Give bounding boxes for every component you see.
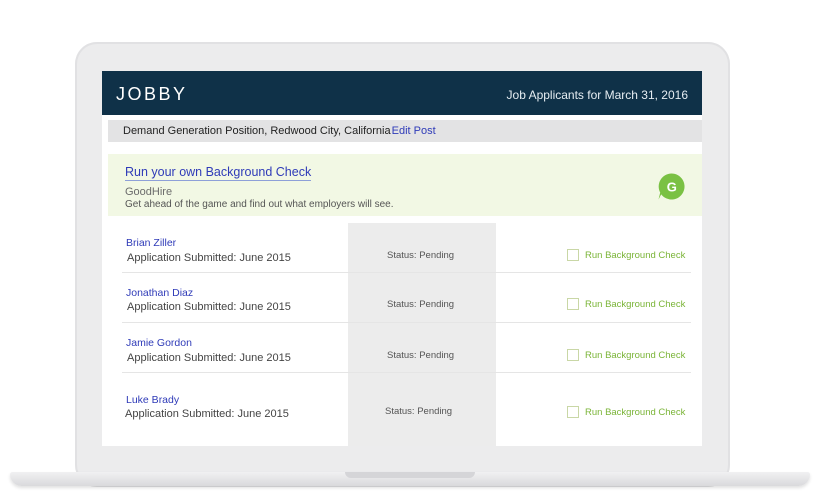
goodhire-logo-icon: G xyxy=(658,173,685,200)
goodhire-logo-letter: G xyxy=(667,179,677,194)
run-background-check-control[interactable]: Run Background Check xyxy=(567,298,685,310)
applicant-name[interactable]: Jamie Gordon xyxy=(126,337,192,349)
laptop-notch xyxy=(345,472,475,478)
background-check-checkbox[interactable] xyxy=(567,249,579,261)
application-status: Status: Pending xyxy=(387,250,455,261)
background-check-label[interactable]: Run Background Check xyxy=(585,299,685,310)
job-post-title: Demand Generation Position, Redwood City… xyxy=(123,125,436,137)
background-check-checkbox[interactable] xyxy=(567,406,579,418)
application-date: Application Submitted: June 2015 xyxy=(127,352,291,364)
job-post-bar: Demand Generation Position, Redwood City… xyxy=(108,120,702,142)
run-background-check-control[interactable]: Run Background Check xyxy=(567,249,685,261)
application-status: Status: Pending xyxy=(387,350,455,361)
job-post-name: Demand Generation Position, Redwood City… xyxy=(123,125,391,137)
row-divider xyxy=(122,372,691,373)
applicant-row: Brian Ziller Application Submitted: June… xyxy=(122,223,691,273)
banner-brand: GoodHire xyxy=(125,186,173,198)
page-title: Job Applicants for March 31, 2016 xyxy=(506,88,688,102)
application-date: Application Submitted: June 2015 xyxy=(127,252,291,264)
applicant-row: Jonathan Diaz Application Submitted: Jun… xyxy=(122,273,691,323)
applicant-name[interactable]: Jonathan Diaz xyxy=(126,287,193,299)
background-check-banner: Run your own Background Check GoodHire G… xyxy=(108,154,702,216)
background-check-label[interactable]: Run Background Check xyxy=(585,407,685,418)
applicant-name[interactable]: Brian Ziller xyxy=(126,237,176,249)
run-background-check-control[interactable]: Run Background Check xyxy=(567,349,685,361)
background-check-checkbox[interactable] xyxy=(567,298,579,310)
background-check-label[interactable]: Run Background Check xyxy=(585,250,685,261)
application-date: Application Submitted: June 2015 xyxy=(125,408,289,420)
application-status: Status: Pending xyxy=(387,299,455,310)
jobby-logo[interactable]: JOBBY xyxy=(116,84,188,105)
run-background-check-link[interactable]: Run your own Background Check xyxy=(125,165,312,181)
background-check-checkbox[interactable] xyxy=(567,349,579,361)
background-check-label[interactable]: Run Background Check xyxy=(585,350,685,361)
application-date: Application Submitted: June 2015 xyxy=(127,301,291,313)
applicant-row: Luke Brady Application Submitted: June 2… xyxy=(122,380,691,430)
app-header: JOBBY Job Applicants for March 31, 2016 xyxy=(102,71,702,115)
edit-post-link[interactable]: Edit Post xyxy=(392,125,436,137)
applicant-row: Jamie Gordon Application Submitted: June… xyxy=(122,323,691,373)
applicant-name[interactable]: Luke Brady xyxy=(126,394,179,406)
banner-description: Get ahead of the game and find out what … xyxy=(125,199,394,210)
app-screen: JOBBY Job Applicants for March 31, 2016 … xyxy=(102,71,702,446)
run-background-check-control[interactable]: Run Background Check xyxy=(567,406,685,418)
application-status: Status: Pending xyxy=(385,406,453,417)
